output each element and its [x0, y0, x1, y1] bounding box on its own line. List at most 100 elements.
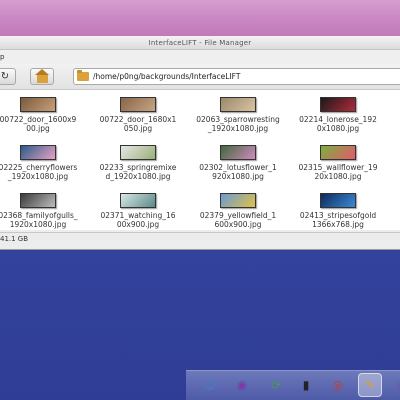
file-name-line: 050.jpg	[123, 124, 153, 133]
file-name: 02315_wallflower_19 20x1080.jpg	[288, 163, 388, 181]
network-icon[interactable]: ⟳	[264, 373, 288, 397]
location-path: /home/p0ng/backgrounds/InterfaceLIFT	[93, 72, 241, 81]
file-name: 02413_stripesofgold 1366x768.jpg	[288, 211, 388, 229]
file-name-line: 00x900.jpg	[116, 220, 160, 229]
file-item[interactable]: 00722_door_1600x9 00.jpg	[0, 92, 88, 140]
file-name: 02368_familyofgulls_ 1920x1080.jpg	[0, 211, 88, 229]
file-item[interactable]: 02214_lonerose_192 0x1080.jpg	[288, 92, 388, 140]
browser-icon[interactable]: ◎	[326, 373, 350, 397]
network-glyph: ⟳	[270, 378, 282, 392]
thumbnail-wrap	[0, 140, 88, 160]
file-name: 00722_door_1600x9 00.jpg	[0, 115, 88, 133]
status-bar: 41.1 GB	[0, 232, 400, 246]
thumbnail-wrap	[0, 92, 88, 112]
thumbnail-wrap	[288, 92, 388, 112]
desktop-top-panel	[0, 0, 400, 36]
file-name-line: 1366x768.jpg	[312, 220, 364, 229]
thumbnail-wrap	[288, 140, 388, 160]
file-item[interactable]: 02371_watching_16 00x900.jpg	[88, 188, 188, 236]
file-name-line: 02315_wallflower_19	[298, 163, 378, 172]
file-view[interactable]: 00722_door_1600x9 00.jpg 00722_door_1680x1…	[0, 90, 400, 230]
file-name-line: 1920x1080.jpg	[9, 220, 67, 229]
image-thumbnail	[120, 97, 156, 112]
file-name-line: 02214_lonerose_192	[299, 115, 377, 124]
location-bar[interactable]: /home/p0ng/backgrounds/InterfaceLIFT	[73, 68, 400, 85]
image-thumbnail	[220, 193, 256, 208]
file-item[interactable]: 00722_door_1680x1 050.jpg	[88, 92, 188, 140]
file-item[interactable]: 02413_stripesofgold 1366x768.jpg	[288, 188, 388, 236]
image-thumbnail	[20, 97, 56, 112]
thumbnail-wrap	[88, 92, 188, 112]
file-name: 02371_watching_16 00x900.jpg	[88, 211, 188, 229]
dock: ☺ ◉ ⟳ ▮ ◎ ✎ ▣	[186, 370, 400, 400]
image-thumbnail	[320, 145, 356, 160]
image-thumbnail	[220, 145, 256, 160]
media-glyph: ▣	[396, 378, 400, 392]
file-item[interactable]: 02302_lotusflower_1 920x1080.jpg	[188, 140, 288, 188]
folder-icon	[77, 70, 89, 81]
file-name-line: 00.jpg	[26, 124, 50, 133]
pidgin-icon[interactable]: ◉	[230, 373, 254, 397]
file-name: 02233_springremixe d_1920x1080.jpg	[88, 163, 188, 181]
media-icon[interactable]: ▣	[390, 373, 400, 397]
file-name: 00722_door_1680x1 050.jpg	[88, 115, 188, 133]
menu-bar: p	[0, 50, 400, 64]
thumbnail-wrap	[88, 140, 188, 160]
thumbnail-wrap	[188, 140, 288, 160]
file-name: 02302_lotusflower_1 920x1080.jpg	[188, 163, 288, 181]
toolbar: ↻ /home/p0ng/backgrounds/InterfaceLIFT	[0, 64, 400, 90]
image-thumbnail	[120, 193, 156, 208]
file-grid: 00722_door_1600x9 00.jpg 00722_door_1680x1…	[0, 90, 388, 236]
file-name-line: 20x1080.jpg	[314, 172, 362, 181]
file-name-line: _1920x1080.jpg	[207, 124, 269, 133]
home-icon	[34, 68, 49, 83]
file-name-line: d_1920x1080.jpg	[105, 172, 171, 181]
image-thumbnail	[220, 97, 256, 112]
file-item[interactable]: 02315_wallflower_19 20x1080.jpg	[288, 140, 388, 188]
file-item[interactable]: 02233_springremixe d_1920x1080.jpg	[88, 140, 188, 188]
thumbnail-wrap	[188, 92, 288, 112]
file-manager-window: InterfaceLIFT - File Manager p ↻ /home/p…	[0, 36, 400, 250]
file-name-line: 02233_springremixe	[99, 163, 177, 172]
home-button[interactable]	[30, 68, 54, 85]
pidgin-glyph: ◉	[236, 378, 248, 392]
menu-item-fragment[interactable]: p	[0, 53, 4, 61]
reload-button[interactable]: ↻	[0, 68, 16, 85]
text-editor-icon[interactable]: ✎	[358, 373, 382, 397]
file-name-line: 02225_cherryflowers	[0, 163, 78, 172]
finder-glyph: ☺	[203, 378, 217, 392]
thumbnail-wrap	[88, 188, 188, 208]
thumbnail-wrap	[188, 188, 288, 208]
browser-glyph: ◎	[332, 378, 344, 392]
image-thumbnail	[20, 193, 56, 208]
text-editor-glyph: ✎	[364, 378, 376, 392]
file-item[interactable]: 02225_cherryflowers _1920x1080.jpg	[0, 140, 88, 188]
file-name-line: 920x1080.jpg	[212, 172, 264, 181]
file-item[interactable]: 02368_familyofgulls_ 1920x1080.jpg	[0, 188, 88, 236]
status-text: 41.1 GB	[0, 235, 29, 243]
file-name: 02063_sparrowresting _1920x1080.jpg	[188, 115, 288, 133]
file-name-line: 02368_familyofgulls_	[0, 211, 78, 220]
file-item[interactable]: 02379_yellowfield_1 600x900.jpg	[188, 188, 288, 236]
image-thumbnail	[20, 145, 56, 160]
file-name: 02225_cherryflowers _1920x1080.jpg	[0, 163, 88, 181]
file-name-line: 600x900.jpg	[214, 220, 262, 229]
image-thumbnail	[320, 193, 356, 208]
thumbnail-wrap	[0, 188, 88, 208]
reload-icon: ↻	[0, 70, 10, 82]
file-name: 02214_lonerose_192 0x1080.jpg	[288, 115, 388, 133]
file-name-line: 02063_sparrowresting	[196, 115, 280, 124]
file-name-line: 02379_yellowfield_1	[199, 211, 277, 220]
file-name-line: 0x1080.jpg	[316, 124, 360, 133]
file-name-line: 02371_watching_16	[100, 211, 176, 220]
thumbnail-wrap	[288, 188, 388, 208]
file-name-line: _1920x1080.jpg	[7, 172, 69, 181]
terminal-icon[interactable]: ▮	[294, 373, 318, 397]
finder-icon[interactable]: ☺	[198, 373, 222, 397]
window-title[interactable]: InterfaceLIFT - File Manager	[0, 36, 400, 50]
file-name-line: 00722_door_1600x9	[0, 115, 77, 124]
file-item[interactable]: 02063_sparrowresting _1920x1080.jpg	[188, 92, 288, 140]
terminal-glyph: ▮	[302, 378, 310, 392]
image-thumbnail	[120, 145, 156, 160]
file-name-line: 02413_stripesofgold	[299, 211, 377, 220]
